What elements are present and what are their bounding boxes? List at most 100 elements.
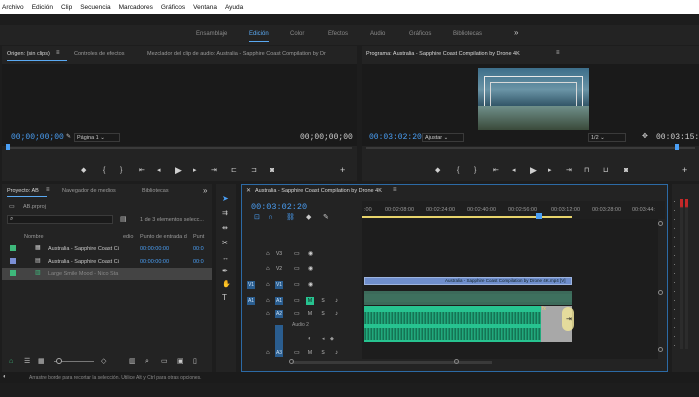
nest-icon[interactable]: ⊡ [254,214,260,221]
track-area[interactable]: Australia - Sapphire Coast Compilation b… [362,219,658,359]
go-to-in-icon[interactable]: ⇤ [139,167,145,174]
track-target-a3[interactable]: A3 [275,349,283,357]
eye-icon[interactable]: ◉ [308,266,313,272]
scroll-handle[interactable] [658,347,663,352]
add-button-icon[interactable]: + [340,166,345,175]
tab-effect-controls[interactable]: Controles de efectos [74,51,124,57]
table-row[interactable]: ▤ Australia - Sapphire Coast Ci 00:00:00… [2,256,212,268]
lock-icon[interactable]: ⌂ [266,298,270,304]
step-forward-icon[interactable]: ▸ [548,167,552,174]
track-target-v1[interactable]: V1 [275,281,283,289]
menu-ayuda[interactable]: Ayuda [225,4,243,11]
sync-lock-icon[interactable]: ▭ [294,298,300,304]
solo-button[interactable]: S [319,349,327,357]
selection-tool-icon[interactable]: ➤ [222,195,229,203]
extract-icon[interactable]: ⊔ [603,167,608,174]
sequence-tab[interactable]: Australia - Sapphire Coast Compilation b… [255,188,382,194]
menu-graficos[interactable]: Gráficos [161,4,185,11]
track-select-tool-icon[interactable]: ⇉ [222,210,228,217]
tab-media-browser[interactable]: Navegador de medios [62,188,116,194]
audio-clip-a1[interactable] [364,291,572,305]
sync-lock-icon[interactable]: ▭ [294,251,300,257]
menu-ventana[interactable]: Ventana [193,4,217,11]
mark-out-icon[interactable]: } [120,167,122,174]
track-target-v3[interactable]: V3 [275,250,283,258]
panel-menu-icon[interactable]: ≡ [393,187,397,193]
lock-icon[interactable]: ⌂ [266,266,270,272]
sync-lock-icon[interactable]: ▭ [294,350,300,356]
scroll-right-handle[interactable] [454,359,459,364]
export-frame-icon[interactable]: ◙ [624,167,628,174]
workspace-bibliotecas[interactable]: Bibliotecas [453,31,482,37]
menu-marcadores[interactable]: Marcadores [119,4,153,11]
table-row-selected[interactable]: ▥ Large Smile Mood - Nico Sta [2,268,212,280]
microphone-icon[interactable]: ♪ [335,298,338,304]
eye-icon[interactable]: ◉ [308,251,313,257]
tab-libraries[interactable]: Bibliotecas [142,188,169,194]
microphone-icon[interactable]: ♪ [335,311,338,317]
settings-icon[interactable]: ✎ [323,214,329,221]
tab-source[interactable]: Origen: (sin clips) [7,51,50,57]
settings-icon[interactable]: ✎ [66,134,71,140]
program-timecode-current[interactable]: 00:03:02:20 [369,133,422,142]
scroll-handle[interactable] [658,221,663,226]
column-media[interactable]: edio [123,234,133,240]
fit-dropdown[interactable]: Ajustar ⌄ [422,133,464,142]
program-playhead[interactable] [675,144,679,150]
new-item-icon[interactable]: ▣ [177,358,184,365]
add-marker-icon[interactable]: ◆ [435,167,440,174]
workspace-efectos[interactable]: Efectos [328,31,348,37]
list-view-icon[interactable]: ☰ [24,358,30,365]
panel-more-button[interactable]: » [203,186,207,195]
new-bin-icon[interactable]: ▤ [120,216,127,223]
go-to-out-icon[interactable]: ⇥ [566,167,572,174]
type-tool-icon[interactable]: T [222,294,227,302]
slip-tool-icon[interactable]: ↔ [222,255,229,262]
mark-in-icon[interactable]: { [457,167,459,174]
play-icon[interactable]: ▶ [175,166,182,175]
horizontal-scrollbar[interactable] [292,361,492,364]
source-playhead[interactable] [6,144,10,150]
track-target-v2[interactable]: V2 [275,265,283,273]
lift-icon[interactable]: ⊓ [584,167,589,174]
source-timecode-current[interactable]: 00;00;00;00 [11,133,64,142]
column-out-point[interactable]: Punt [193,234,204,240]
mark-out-icon[interactable]: } [474,167,476,174]
overwrite-icon[interactable]: ⊐ [251,167,257,174]
automate-icon[interactable]: ▥ [129,358,136,365]
find-icon[interactable]: ⌕ [145,358,149,365]
sync-lock-icon[interactable]: ▭ [294,311,300,317]
page-dropdown[interactable]: Página 1 ⌄ [74,133,120,142]
workspace-edicion[interactable]: Edición [249,31,269,37]
program-scrubber[interactable] [366,147,695,149]
time-ruler[interactable]: :00 00:02:08:00 00:02:24:00 00:02:40:00 … [362,201,665,219]
trash-icon[interactable]: ▯ [193,358,197,365]
track-volume-knob[interactable]: ◐ [308,336,312,342]
close-icon[interactable]: ✕ [246,188,251,194]
source-patch-v1[interactable]: V1 [247,281,255,289]
mark-in-icon[interactable]: { [103,167,105,174]
linked-selection-icon[interactable]: ⛓ [286,214,295,221]
video-clip[interactable]: Australia - Sapphire Coast Compilation b… [364,277,572,285]
add-marker-icon[interactable]: ◆ [81,167,86,174]
new-bin-icon[interactable]: ▭ [161,358,168,365]
solo-button[interactable]: S [319,297,327,305]
go-to-out-icon[interactable]: ⇥ [211,167,217,174]
menu-edicion[interactable]: Edición [32,4,53,11]
step-back-icon[interactable]: ◂ [157,167,161,174]
menu-secuencia[interactable]: Secuencia [80,4,110,11]
keyframe-nav-prev[interactable]: ◂ [322,336,325,342]
razor-tool-icon[interactable]: ✂ [222,240,228,247]
workspace-ensamblaje[interactable]: Ensamblaje [196,31,227,37]
track-target-a2[interactable]: A2 [275,310,283,318]
scroll-handle[interactable] [658,290,663,295]
audio-clip-a2[interactable]: fx [364,306,572,342]
menu-clip[interactable]: Clip [61,4,72,11]
pen-tool-icon[interactable]: ✒ [222,268,228,275]
lock-icon[interactable]: ⌂ [266,282,270,288]
mute-button[interactable]: M [306,297,314,305]
resolution-dropdown[interactable]: 1/2 ⌄ [588,133,626,142]
workspace-more-button[interactable]: » [514,28,518,37]
solo-button[interactable]: S [319,310,327,318]
column-name[interactable]: Nombre [24,234,44,240]
